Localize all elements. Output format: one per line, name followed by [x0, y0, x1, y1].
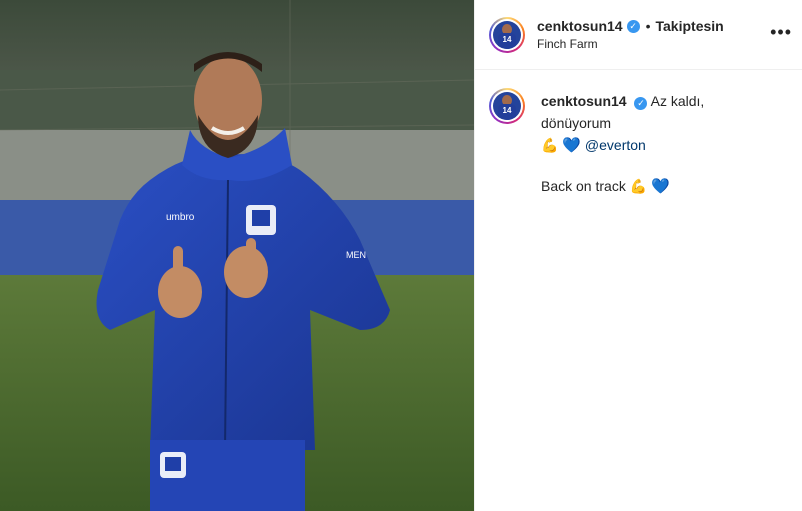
caption-line2: Back on track — [541, 178, 626, 194]
caption-username[interactable]: cenktosun14 — [541, 93, 627, 109]
more-options-icon[interactable]: ••• — [770, 22, 792, 43]
profile-avatar[interactable]: 14 — [489, 16, 525, 53]
caption-line2-row: Back on track 💪 💙 — [541, 175, 771, 198]
caption-text: cenktosun14 ✓ Az kaldı, dönüyorum 💪 💙 @e… — [541, 90, 771, 198]
mention-link[interactable]: @everton — [585, 137, 646, 153]
post-photo[interactable]: umbro MEN — [0, 0, 474, 511]
username-link[interactable]: cenktosun14 — [537, 18, 623, 34]
blue-heart-icon-2: 💙 — [651, 178, 670, 195]
sleeve-text: MEN — [346, 250, 366, 260]
muscle-emoji-icon: 💪 — [541, 137, 559, 153]
separator-dot: • — [645, 18, 651, 34]
chest-text: umbro — [166, 212, 195, 223]
post-sidebar: 14 cenktosun14 ✓ • Takiptesin Finch Farm… — [474, 0, 802, 511]
caption-avatar[interactable]: 14 — [489, 88, 525, 124]
caption-verified-icon: ✓ — [634, 96, 648, 110]
instagram-post: umbro MEN 14 cenktosun14 ✓ • Takiptesin — [0, 0, 802, 511]
follow-status-button[interactable]: Takiptesin — [656, 18, 724, 34]
caption-block: 14 cenktosun14 ✓ Az kaldı, dönüyorum 💪 💙… — [475, 70, 802, 198]
muscle-emoji-icon-2: 💪 — [629, 178, 648, 194]
post-header: 14 cenktosun14 ✓ • Takiptesin Finch Farm… — [475, 0, 802, 70]
blue-heart-icon: 💙 — [562, 137, 582, 154]
verified-icon: ✓ — [626, 19, 640, 33]
location-link[interactable]: Finch Farm — [537, 37, 724, 51]
player-image: umbro MEN — [0, 0, 474, 511]
post-meta: cenktosun14 ✓ • Takiptesin Finch Farm — [537, 18, 724, 51]
